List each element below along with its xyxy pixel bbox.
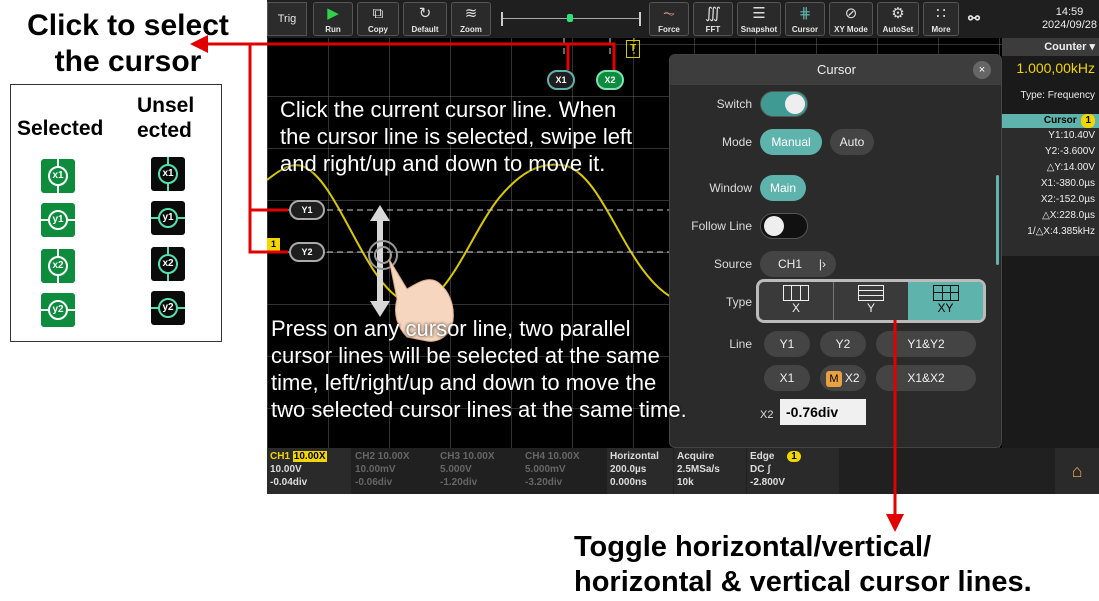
annotation-toggle-type: Toggle horizontal/vertical/ horizontal &… — [574, 530, 1094, 600]
annotation-toggle-l1: Toggle horizontal/vertical/ — [574, 531, 932, 563]
arrowhead-left — [190, 35, 208, 53]
page: Click to select the cursor Selected Unse… — [0, 0, 1099, 601]
arrow-x-markers — [566, 42, 616, 70]
annotation-arrows — [190, 35, 904, 532]
annotation-toggle-l2: horizontal & vertical cursor lines. — [574, 566, 1032, 598]
arrow-y-markers — [248, 208, 288, 254]
